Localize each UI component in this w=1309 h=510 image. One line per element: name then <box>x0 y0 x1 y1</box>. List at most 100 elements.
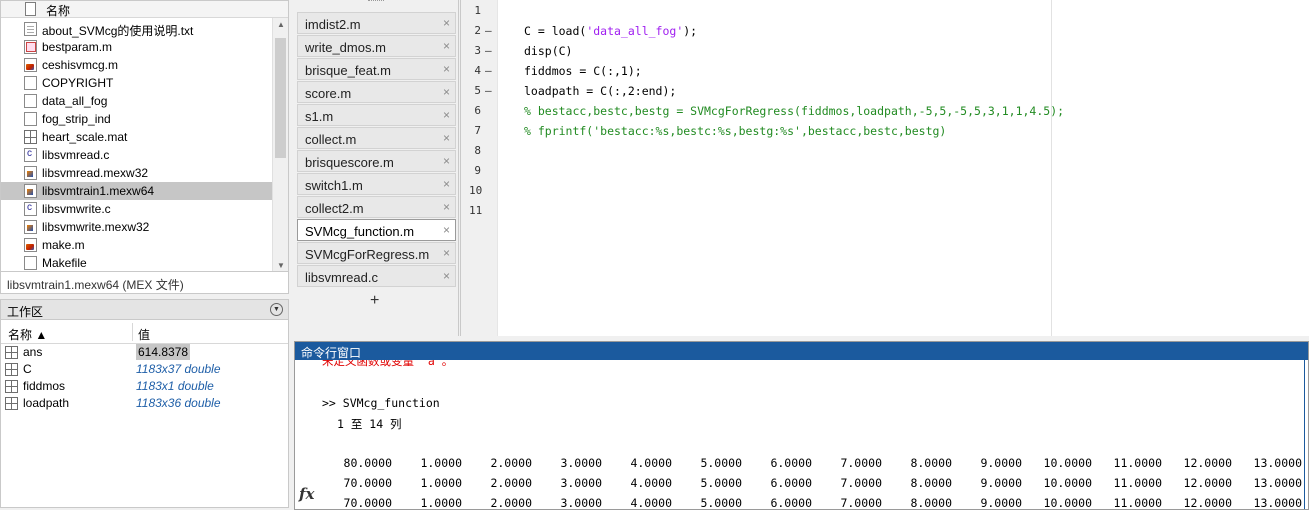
close-tab-icon[interactable]: × <box>443 39 450 53</box>
name-column-header[interactable]: 名称 ▲ <box>8 326 47 343</box>
file-list-header[interactable]: 名称 <box>1 1 288 18</box>
file-list-item[interactable]: COPYRIGHT <box>1 74 273 92</box>
file-list-item[interactable]: data_all_fog <box>1 92 273 110</box>
matrix-variable-icon <box>5 346 18 359</box>
code-line[interactable]: 5– loadpath = C(:,2:end); <box>461 79 1309 99</box>
file-list-item[interactable]: Makefile <box>1 254 273 271</box>
tab-label: SVMcg_function.m <box>305 224 415 239</box>
output-cell: 4.0000 <box>630 496 672 509</box>
matlab-script-icon <box>24 238 37 252</box>
editor-tab[interactable]: collect2.m × <box>297 196 456 218</box>
output-cell: 12.0000 <box>1183 456 1232 470</box>
file-list-scrollbar[interactable]: ▲ ▼ <box>272 18 288 271</box>
code-editor[interactable]: 1 2– C = load('data_all_fog'); 3– disp(C) 4– f… <box>460 0 1309 336</box>
code-line[interactable]: 6 % bestacc,bestc,bestg = SVMcgForRegress… <box>461 99 1309 119</box>
breakpoint-marker[interactable]: – <box>485 24 492 37</box>
code-line[interactable]: 7 % fprintf('bestacc:%s,bestc:%s,bestg:%s… <box>461 119 1309 139</box>
breakpoint-marker[interactable]: – <box>485 64 492 77</box>
column-divider[interactable] <box>132 323 133 341</box>
code-line[interactable]: 9 <box>461 159 1309 179</box>
code-text: C = load('data_all_fog'); <box>524 24 697 38</box>
add-tab-button[interactable]: + <box>370 292 379 310</box>
close-tab-icon[interactable]: × <box>443 269 450 283</box>
workspace-variable-row[interactable]: loadpath 1183x36 double <box>1 395 288 412</box>
close-tab-icon[interactable]: × <box>443 200 450 214</box>
editor-tab[interactable]: s1.m × <box>297 104 456 126</box>
scroll-up-icon[interactable]: ▲ <box>277 20 285 29</box>
file-list-item[interactable]: libsvmread.mexw32 <box>1 164 273 182</box>
scroll-down-icon[interactable]: ▼ <box>277 261 285 270</box>
close-tab-icon[interactable]: × <box>443 154 450 168</box>
workspace-variable-row[interactable]: C 1183x37 double <box>1 361 288 378</box>
c-file-icon <box>24 202 37 216</box>
code-line[interactable]: 4– fiddmos = C(:,1); <box>461 59 1309 79</box>
command-window-output[interactable]: 未定义函数或变量 'a'。 >> SVMcg_function 1 至 14 列… <box>295 360 1308 509</box>
editor-tab[interactable]: collect.m × <box>297 127 456 149</box>
breakpoint-marker[interactable]: – <box>485 44 492 57</box>
command-window-title-bar: 命令行窗口 <box>295 342 1308 360</box>
code-line[interactable]: 8 <box>461 139 1309 159</box>
command-window[interactable]: 命令行窗口 未定义函数或变量 'a'。 >> SVMcg_function 1 … <box>294 341 1309 510</box>
file-list-item[interactable]: libsvmwrite.mexw32 <box>1 218 273 236</box>
tab-strip-grip[interactable] <box>368 0 384 2</box>
workspace-title-bar: 工作区 ▼ <box>0 299 289 320</box>
editor-tab[interactable]: SVMcg_function.m × <box>297 219 456 241</box>
code-line[interactable]: 3– disp(C) <box>461 39 1309 59</box>
file-list-item[interactable]: heart_scale.mat <box>1 128 273 146</box>
close-tab-icon[interactable]: × <box>443 62 450 76</box>
close-tab-icon[interactable]: × <box>443 108 450 122</box>
code-line[interactable]: 10 <box>461 179 1309 199</box>
output-cell: 11.0000 <box>1113 456 1162 470</box>
tab-label: score.m <box>305 86 352 101</box>
command-window-title: 命令行窗口 <box>301 346 362 360</box>
editor-tab[interactable]: switch1.m × <box>297 173 456 195</box>
file-list-item[interactable]: about_SVMcg的使用说明.txt <box>1 20 273 38</box>
scrollbar-thumb[interactable] <box>275 38 286 158</box>
command-window-right-border <box>1304 360 1305 509</box>
file-list-item[interactable]: make.m <box>1 236 273 254</box>
name-column-header[interactable]: 名称 <box>46 2 70 19</box>
file-list-item[interactable]: ceshisvmcg.m <box>1 56 273 74</box>
editor-tab[interactable]: SVMcgForRegress.m × <box>297 242 456 264</box>
editor-tab[interactable]: score.m × <box>297 81 456 103</box>
output-cell: 12.0000 <box>1183 496 1232 509</box>
close-tab-icon[interactable]: × <box>443 131 450 145</box>
output-cell: 13.0000 <box>1253 476 1302 490</box>
value-column-header[interactable]: 值 <box>138 326 150 343</box>
editor-tab[interactable]: brisque_feat.m × <box>297 58 456 80</box>
workspace-variable-row[interactable]: fiddmos 1183x1 double <box>1 378 288 395</box>
function-browser-icon[interactable]: fx <box>299 485 314 503</box>
line-number: 9 <box>474 164 481 177</box>
editor-tab[interactable]: brisquescore.m × <box>297 150 456 172</box>
code-line[interactable]: 11 <box>461 199 1309 219</box>
variable-name: ans <box>23 345 43 359</box>
file-name: libsvmtrain1.mexw64 <box>42 184 155 198</box>
tab-label: imdist2.m <box>305 17 361 32</box>
editor-tab[interactable]: write_dmos.m × <box>297 35 456 57</box>
file-list-item[interactable]: libsvmread.c <box>1 146 273 164</box>
code-line[interactable]: 2– C = load('data_all_fog'); <box>461 19 1309 39</box>
file-list-item[interactable]: libsvmwrite.c <box>1 200 273 218</box>
file-list-item[interactable]: bestparam.m <box>1 38 273 56</box>
file-list-item[interactable]: libsvmtrain1.mexw64 <box>1 182 273 200</box>
file-list-item[interactable]: fog_strip_ind <box>1 110 273 128</box>
output-cell: 80.0000 <box>343 456 392 470</box>
line-number: 1 <box>474 4 481 17</box>
close-tab-icon[interactable]: × <box>443 223 450 237</box>
workspace-variable-row[interactable]: ans 614.8378 <box>1 344 288 361</box>
output-cell: 70.0000 <box>343 476 392 490</box>
variable-value: 1183x37 double <box>136 362 221 376</box>
editor-tab[interactable]: libsvmread.c × <box>297 265 456 287</box>
breakpoint-marker[interactable]: – <box>485 84 492 97</box>
figure-file-icon <box>24 40 37 54</box>
editor-tab[interactable]: imdist2.m × <box>297 12 456 34</box>
code-line[interactable]: 1 <box>461 0 1309 19</box>
close-tab-icon[interactable]: × <box>443 16 450 30</box>
close-tab-icon[interactable]: × <box>443 246 450 260</box>
workspace-menu-icon[interactable]: ▼ <box>270 303 283 316</box>
output-cell: 12.0000 <box>1183 476 1232 490</box>
close-tab-icon[interactable]: × <box>443 85 450 99</box>
line-number: 8 <box>474 144 481 157</box>
plain-file-icon <box>24 76 37 90</box>
close-tab-icon[interactable]: × <box>443 177 450 191</box>
